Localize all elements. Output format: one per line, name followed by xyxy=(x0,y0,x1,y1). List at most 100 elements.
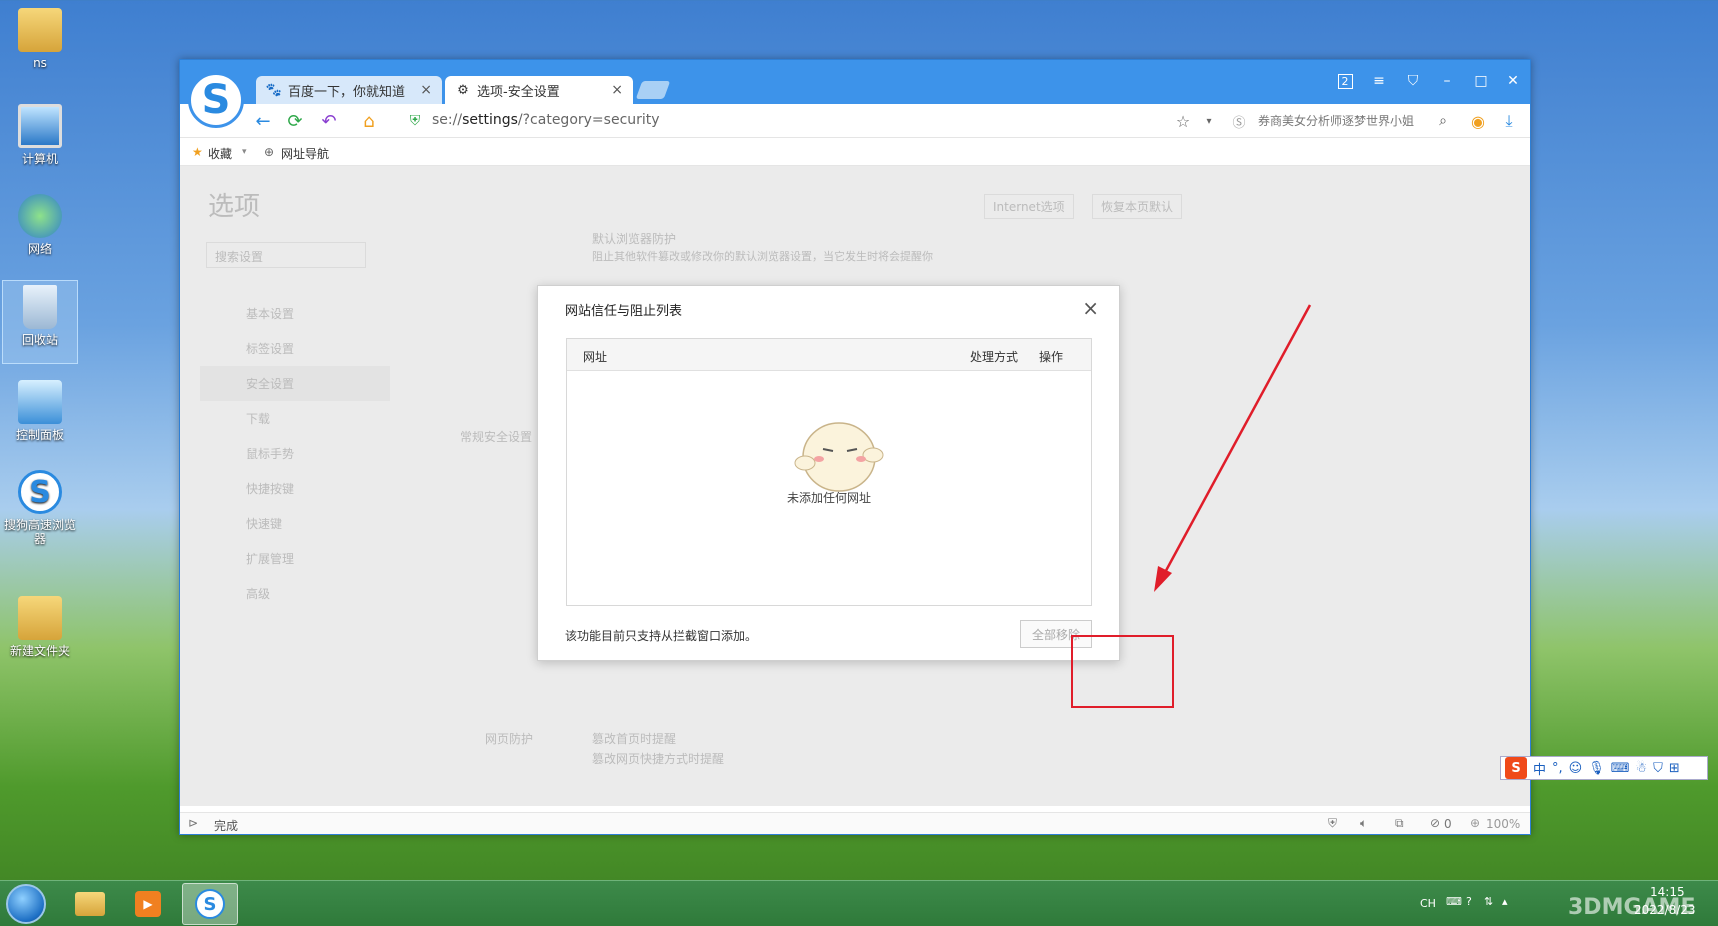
search-icon[interactable]: ⌕ xyxy=(1430,110,1456,132)
desktop-icon-sogou-browser[interactable]: S 搜狗高速浏览器 xyxy=(2,466,78,576)
clock-time[interactable]: 14:15 xyxy=(1650,885,1685,899)
star-icon[interactable]: ☆ xyxy=(1170,110,1196,132)
zoom-level[interactable]: 100% xyxy=(1486,817,1520,831)
ime-toolbar: S 中 °, ☺ 🎙︎ ⌨ ☃ ⛉ ⊞ xyxy=(1500,756,1708,780)
url-field[interactable]: se://settings/?category=security xyxy=(432,112,660,128)
desktop-icon-recycle-bin[interactable]: 回收站 xyxy=(2,280,78,364)
desktop-icons: ns 计算机 网络 回收站 控制面板 S 搜狗高速浏览器 新建文件夹 xyxy=(0,0,80,870)
input-lang[interactable]: CH xyxy=(1420,897,1436,910)
play-icon: ▶ xyxy=(135,891,161,917)
search-input[interactable]: 券商美女分析师逐梦世界小姐 xyxy=(1258,112,1458,129)
sogou-taskbar-icon[interactable]: S xyxy=(182,883,238,925)
status-text: 完成 xyxy=(214,819,239,833)
chevron-up-icon[interactable]: ▴ xyxy=(1502,895,1508,908)
highlight-box xyxy=(1071,635,1174,708)
ime-lang[interactable]: 中 xyxy=(1533,759,1546,778)
site-list-table: 网址 处理方式 操作 未添加任何网址 xyxy=(566,338,1092,606)
grid-icon[interactable]: ⊞ xyxy=(1669,761,1680,776)
favorites-button[interactable]: 收藏 xyxy=(208,145,232,162)
gear-icon: ⚙ xyxy=(457,82,469,98)
ime-punct[interactable]: °, xyxy=(1552,761,1563,776)
refresh-icon[interactable]: ⟳ xyxy=(282,110,308,132)
tab-close-button[interactable]: × xyxy=(420,82,432,98)
network-icon xyxy=(18,194,62,238)
screenshot-icon[interactable]: ⧉ xyxy=(1395,816,1404,831)
taskbar: ▶ S CH ⌨ ? ⇅ ▴ 3DMGAME 14:15 2022/8/23 xyxy=(0,880,1718,926)
globe-icon: ⊕ xyxy=(264,145,275,159)
user-icon[interactable]: ☃ xyxy=(1636,761,1648,776)
footer-note: 该功能目前只支持从拦截窗口添加。 xyxy=(565,629,758,643)
clock-date[interactable]: 2022/8/23 xyxy=(1634,903,1696,917)
shield-icon: ⛨ xyxy=(409,113,421,129)
col-action: 操作 xyxy=(1039,350,1064,364)
undo-icon[interactable]: ↶ xyxy=(316,110,342,132)
desktop-icon-network[interactable]: 网络 xyxy=(2,190,78,274)
bookmark-bar: ★ 收藏 ▾ ⊕ 网址导航 xyxy=(180,138,1530,166)
sogou-logo[interactable]: S xyxy=(188,72,244,128)
help-icon[interactable]: ? xyxy=(1466,895,1472,908)
desktop-icon-new-folder[interactable]: 新建文件夹 xyxy=(2,592,78,676)
col-method: 处理方式 xyxy=(970,350,1019,364)
media-player-taskbar-icon[interactable]: ▶ xyxy=(120,883,176,925)
tab-baidu[interactable]: 🐾 百度一下，你就知道 × xyxy=(256,76,442,104)
trust-block-list-dialog: 网站信任与阻止列表 × 网址 处理方式 操作 未添加任何网址 该功能目前只支持从… xyxy=(537,285,1120,661)
close-window-button[interactable]: ✕ xyxy=(1498,70,1528,92)
explorer-taskbar-icon[interactable] xyxy=(62,883,118,925)
chevron-down-icon[interactable]: ▾ xyxy=(1196,110,1222,132)
adblock-icon[interactable]: ⊘ xyxy=(1430,816,1440,830)
sogou-browser-icon: S xyxy=(18,470,62,514)
folder-user-icon xyxy=(18,8,62,52)
search-engine-icon[interactable]: Ⓢ xyxy=(1230,110,1248,132)
new-tab-button[interactable] xyxy=(635,81,671,99)
network-tray-icon[interactable]: ⇅ xyxy=(1484,895,1493,908)
start-button[interactable] xyxy=(6,884,46,924)
shield-icon[interactable]: ⛨ xyxy=(1328,816,1337,831)
star-icon: ★ xyxy=(192,145,203,159)
skin-button[interactable]: ⛉ xyxy=(1398,70,1428,92)
window-count-button[interactable]: 2 xyxy=(1330,70,1360,92)
emoji-icon[interactable]: ☺ xyxy=(1569,761,1583,776)
control-panel-icon xyxy=(18,380,62,424)
sound-icon[interactable]: 🔈︎ xyxy=(1360,816,1367,831)
title-bar: 🐾 百度一下，你就知道 × ⚙ 选项-安全设置 × 2 ≡ ⛉ – □ ✕ xyxy=(180,60,1530,104)
system-tray: CH ⌨ ? ⇅ ▴ 3DMGAME 14:15 2022/8/23 xyxy=(1408,881,1718,926)
computer-icon xyxy=(18,104,62,148)
mascot-icon xyxy=(794,422,884,492)
sogou-browser-icon: S xyxy=(195,889,225,919)
skin-icon[interactable]: ⛉ xyxy=(1653,761,1663,776)
minimize-button[interactable]: – xyxy=(1432,70,1462,92)
annotation-arrow xyxy=(1154,304,1312,592)
recycle-bin-icon xyxy=(23,285,57,329)
status-bar: ⊳ 完成 ⛨ 🔈︎ ⧉ ⊘ 0 ⊕ 100% xyxy=(180,812,1530,834)
keyboard-icon[interactable]: ⌨ xyxy=(1446,895,1462,908)
desktop-icon-control-panel[interactable]: 控制面板 xyxy=(2,376,78,460)
browser-window: 🐾 百度一下，你就知道 × ⚙ 选项-安全设置 × 2 ≡ ⛉ – □ ✕ S … xyxy=(179,59,1531,835)
close-icon[interactable]: × xyxy=(1082,296,1099,320)
address-bar-row: ← ⟳ ↶ ⌂ ⛨ se://settings/?category=securi… xyxy=(180,104,1530,138)
desktop-icon-ns[interactable]: ns xyxy=(2,4,78,88)
tab-settings[interactable]: ⚙ 选项-安全设置 × xyxy=(445,76,633,104)
maximize-button[interactable]: □ xyxy=(1466,70,1496,92)
sidebar-toggle-icon[interactable]: ⊳ xyxy=(188,816,198,830)
folder-icon xyxy=(75,892,105,916)
back-arrow-icon[interactable]: ← xyxy=(250,110,276,132)
keyboard-icon[interactable]: ⌨ xyxy=(1611,761,1630,776)
table-header: 网址 处理方式 操作 xyxy=(567,339,1091,371)
download-icon[interactable]: ⤓ xyxy=(1496,110,1522,132)
chevron-down-icon[interactable]: ▾ xyxy=(242,147,247,157)
desktop-icon-computer[interactable]: 计算机 xyxy=(2,100,78,184)
adblock-count: 0 xyxy=(1444,817,1452,831)
baidu-paw-icon: 🐾 xyxy=(265,82,283,98)
col-url: 网址 xyxy=(583,350,608,364)
menu-button[interactable]: ≡ xyxy=(1364,70,1394,92)
tab-close-button[interactable]: × xyxy=(611,82,623,98)
home-icon[interactable]: ⌂ xyxy=(356,110,382,132)
mic-icon[interactable]: 🎙︎ xyxy=(1588,761,1605,776)
empty-state-text: 未添加任何网址 xyxy=(786,491,871,505)
sogou-ime-icon[interactable]: S xyxy=(1505,757,1527,779)
dialog-title: 网站信任与阻止列表 xyxy=(565,304,683,319)
folder-icon xyxy=(18,596,62,640)
extension-icon[interactable]: ◉ xyxy=(1465,110,1491,132)
zoom-icon[interactable]: ⊕ xyxy=(1470,816,1480,830)
site-nav-link[interactable]: 网址导航 xyxy=(281,145,329,162)
